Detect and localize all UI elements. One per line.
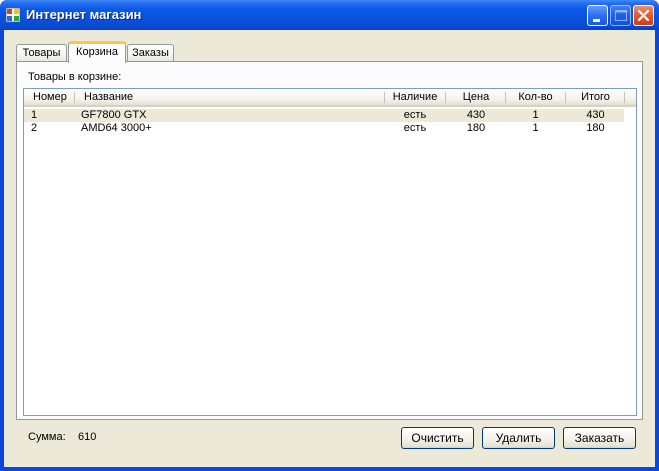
order-button[interactable]: Заказать	[563, 427, 636, 449]
column-header-quantity[interactable]: Кол-во	[506, 89, 565, 105]
table-row[interactable]: 1 GF7800 GTX есть 430 1 430	[24, 109, 624, 122]
cell-name: AMD64 3000+	[81, 122, 152, 134]
sum-label: Сумма:	[28, 431, 66, 443]
tab-products[interactable]: Товары	[16, 44, 67, 62]
minimize-icon	[593, 19, 600, 22]
app-window: Интернет магазин Товары Корзина Заказы Т…	[0, 0, 659, 471]
cell-price: 180	[466, 122, 486, 134]
column-header-number[interactable]: Номер	[33, 89, 73, 105]
column-header-name[interactable]: Название	[84, 89, 374, 105]
column-divider[interactable]	[74, 92, 75, 103]
cell-quantity: 1	[532, 122, 539, 134]
column-divider[interactable]	[624, 92, 625, 103]
cell-name: GF7800 GTX	[81, 109, 147, 121]
maximize-icon	[615, 10, 627, 21]
maximize-button[interactable]	[610, 5, 631, 26]
client-area: Товары Корзина Заказы Товары в корзине: …	[4, 30, 655, 467]
cell-availability: есть	[403, 122, 427, 134]
app-icon[interactable]	[5, 7, 21, 23]
cart-label: Товары в корзине:	[28, 71, 122, 83]
cell-quantity: 1	[532, 109, 539, 121]
minimize-button[interactable]	[587, 5, 608, 26]
list-header: Номер Название Наличие Цена Кол-во Итого	[24, 89, 636, 107]
cart-listview[interactable]: Номер Название Наличие Цена Кол-во Итого…	[23, 88, 637, 416]
clear-button[interactable]: Очистить	[401, 427, 474, 449]
tab-orders[interactable]: Заказы	[127, 44, 174, 62]
sum-value: 610	[78, 431, 97, 443]
cart-panel: Товары в корзине: Номер Название Наличие…	[16, 61, 643, 420]
delete-button[interactable]: Удалить	[482, 427, 555, 449]
column-header-price[interactable]: Цена	[446, 89, 506, 105]
cell-number: 2	[31, 122, 38, 134]
column-header-total[interactable]: Итого	[566, 89, 625, 105]
cell-number: 1	[31, 109, 38, 121]
column-header-availability[interactable]: Наличие	[385, 89, 445, 105]
cell-total: 180	[586, 122, 605, 134]
cell-total: 430	[586, 109, 605, 121]
window-title: Интернет магазин	[26, 7, 142, 22]
table-row[interactable]: 2 AMD64 3000+ есть 180 1 180	[24, 122, 624, 135]
cell-price: 430	[466, 109, 486, 121]
title-bar[interactable]: Интернет магазин	[0, 0, 659, 30]
cell-availability: есть	[403, 109, 427, 121]
close-button[interactable]	[633, 5, 654, 26]
close-icon	[637, 9, 650, 22]
tab-cart[interactable]: Корзина	[68, 41, 126, 63]
